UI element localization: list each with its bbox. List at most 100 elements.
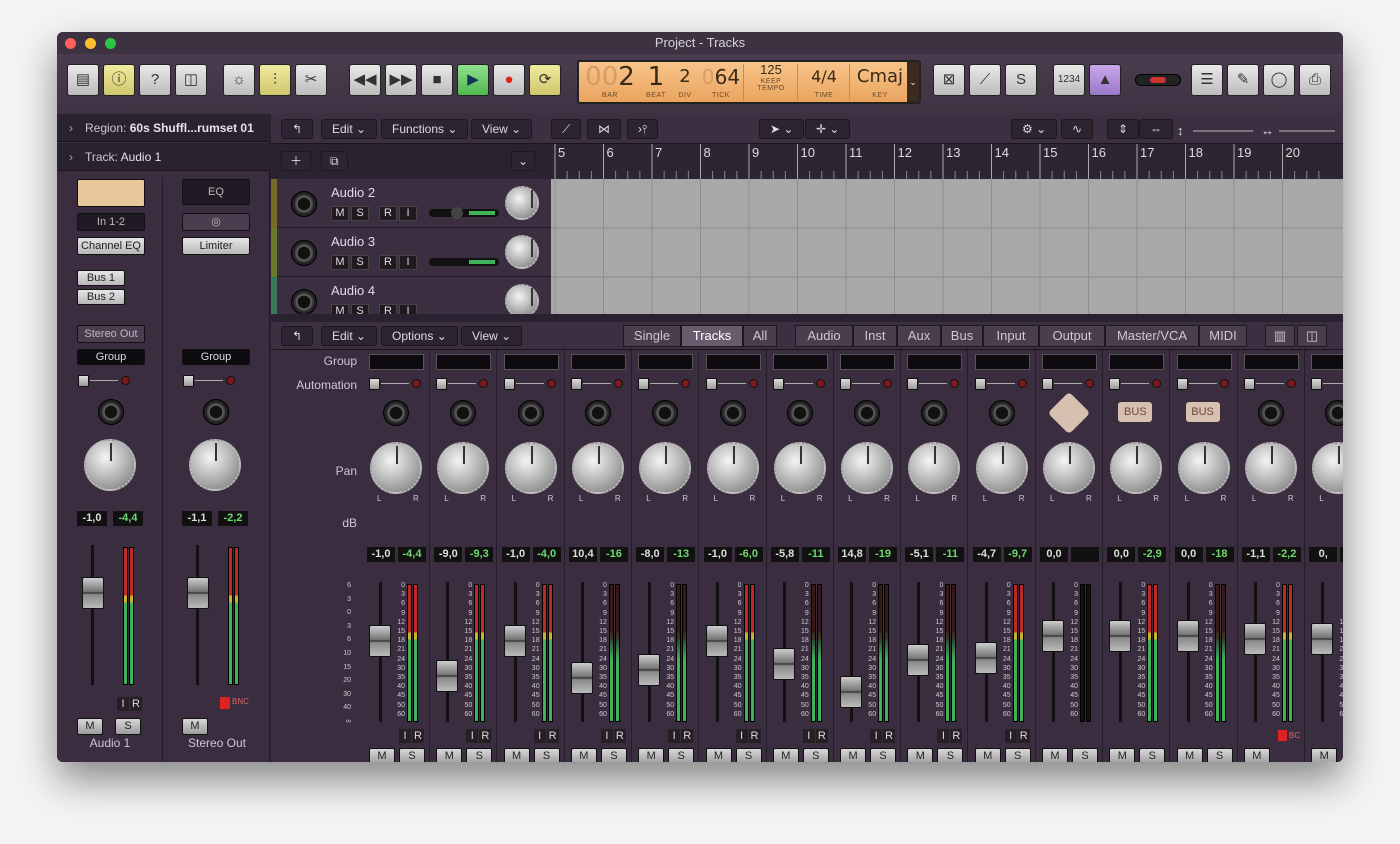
track-header[interactable]: › Track: Audio 1 xyxy=(57,143,270,171)
group-slot[interactable] xyxy=(974,354,1030,370)
record-enable-button[interactable]: R xyxy=(479,729,492,743)
duplicate-track-icon[interactable]: ⧉ xyxy=(321,151,348,171)
master-volume-slider[interactable] xyxy=(1135,74,1181,86)
lcd-menu-chevron-icon[interactable]: ⌄ xyxy=(907,62,919,102)
peak-value[interactable]: -4,4 xyxy=(398,547,426,562)
pan-knob[interactable] xyxy=(370,442,422,494)
input-monitor-button[interactable]: I xyxy=(937,729,950,743)
mute-button[interactable]: M xyxy=(503,748,530,762)
volume-value[interactable]: -1,1 xyxy=(182,511,212,526)
view-menu[interactable]: View ⌄ xyxy=(471,119,533,139)
back-icon[interactable]: ↰ xyxy=(281,326,314,346)
mute-button[interactable]: M xyxy=(331,206,349,221)
horizontal-fit-icon[interactable]: ⇔ xyxy=(1139,119,1173,139)
peak-value[interactable]: -2,2 xyxy=(1272,547,1301,562)
pan-knob[interactable] xyxy=(505,186,539,220)
volume-fader[interactable] xyxy=(187,577,209,609)
record-enable-button[interactable]: R xyxy=(1017,729,1030,743)
solo-button[interactable]: S xyxy=(1072,748,1098,762)
volume-fader[interactable] xyxy=(82,577,104,609)
automation-control[interactable] xyxy=(1311,378,1343,390)
group-slot[interactable] xyxy=(1109,354,1165,370)
solo-button[interactable]: S xyxy=(1206,748,1233,762)
pan-knob[interactable] xyxy=(841,442,894,494)
solo-button[interactable]: S xyxy=(937,748,964,762)
peak-value[interactable]: -9,3 xyxy=(465,547,494,562)
mode-tracks[interactable]: Tracks xyxy=(681,325,743,347)
peak-value[interactable]: -16 xyxy=(599,547,628,562)
peak-value[interactable]: -18 xyxy=(1205,547,1234,562)
send-slot[interactable]: Bus 2 xyxy=(77,289,125,305)
volume-slider[interactable] xyxy=(429,258,499,266)
automation-control[interactable] xyxy=(570,378,623,390)
editors-icon[interactable]: ✂ xyxy=(295,64,327,96)
mixer-options-menu[interactable]: Options ⌄ xyxy=(381,326,458,346)
functions-menu[interactable]: Functions ⌄ xyxy=(381,119,469,139)
volume-value[interactable]: -4,7 xyxy=(972,547,1001,562)
group-slot[interactable] xyxy=(570,354,626,370)
pan-knob[interactable] xyxy=(1043,442,1095,494)
mode-all[interactable]: All xyxy=(743,325,777,347)
filter-midi[interactable]: MIDI xyxy=(1199,325,1247,347)
automation-control[interactable] xyxy=(369,378,421,390)
mode-single[interactable]: Single xyxy=(623,325,681,347)
mute-button[interactable]: M xyxy=(1109,748,1136,762)
pointer-tool-icon[interactable]: ➤ ⌄ xyxy=(759,119,805,139)
peak-value[interactable]: -11 xyxy=(936,547,965,562)
volume-value[interactable]: 10,4 xyxy=(568,547,597,562)
peak-value[interactable] xyxy=(1071,547,1099,562)
mute-button[interactable]: M xyxy=(974,748,1001,762)
vertical-fit-icon[interactable]: ⇕ xyxy=(1107,119,1140,139)
catch-icon[interactable]: ›⫯ xyxy=(627,119,659,139)
pan-knob[interactable] xyxy=(505,235,539,269)
mute-button[interactable]: M xyxy=(840,748,867,762)
volume-fader[interactable] xyxy=(705,625,728,658)
record-icon[interactable]: ● xyxy=(493,64,525,96)
output-slot[interactable]: Stereo Out xyxy=(77,325,145,343)
tuner-icon[interactable]: ⟋ xyxy=(969,64,1001,96)
peak-value[interactable]: -13 xyxy=(667,547,696,562)
group-slot[interactable] xyxy=(369,354,424,370)
automation-control[interactable] xyxy=(1109,378,1162,390)
pan-knob[interactable] xyxy=(975,442,1028,494)
solo-button[interactable]: S xyxy=(351,304,369,314)
group-slot[interactable] xyxy=(840,354,896,370)
solo-icon[interactable]: S xyxy=(1005,64,1037,96)
solo-button[interactable]: S xyxy=(533,748,560,762)
peak-value[interactable]: -6,0 xyxy=(734,547,763,562)
solo-button[interactable]: S xyxy=(351,255,369,270)
pan-knob[interactable] xyxy=(1312,442,1343,494)
filter-inst[interactable]: Inst xyxy=(853,325,897,347)
stop-icon[interactable]: ■ xyxy=(421,64,453,96)
group-slot[interactable] xyxy=(638,354,694,370)
input-monitor-button[interactable]: I xyxy=(802,729,815,743)
filter-bus[interactable]: Bus xyxy=(941,325,983,347)
solo-button[interactable]: S xyxy=(600,748,627,762)
volume-fader[interactable] xyxy=(369,625,391,658)
record-enable-button[interactable]: R xyxy=(379,206,397,221)
mute-button[interactable]: M xyxy=(1176,748,1203,762)
group-slot[interactable] xyxy=(436,354,492,370)
back-icon[interactable]: ↰ xyxy=(281,119,314,139)
loop-browser-icon[interactable]: ◯ xyxy=(1263,64,1295,96)
eq-thumbnail[interactable] xyxy=(77,179,145,207)
settings-icon[interactable]: ⚙ ⌄ xyxy=(1011,119,1058,139)
mute-button[interactable]: M xyxy=(1243,748,1270,762)
mute-button[interactable]: M xyxy=(369,748,395,762)
mute-button[interactable]: M xyxy=(638,748,665,762)
input-monitor-button[interactable]: I xyxy=(399,255,417,270)
collapse-icon[interactable]: ⌄ xyxy=(511,151,536,171)
automation-control[interactable] xyxy=(78,375,130,387)
volume-value[interactable]: -1,0 xyxy=(367,547,395,562)
filter-input[interactable]: Input xyxy=(983,325,1039,347)
bounce-button[interactable] xyxy=(1277,730,1287,741)
vertical-zoom-slider[interactable] xyxy=(1193,130,1253,132)
automation-control[interactable] xyxy=(436,378,489,390)
rewind-icon[interactable]: ◀◀ xyxy=(349,64,381,96)
automation-control[interactable] xyxy=(705,378,758,390)
record-enable-button[interactable]: R xyxy=(130,697,142,711)
narrow-strips-icon[interactable]: ◫ xyxy=(1297,325,1327,347)
horizontal-zoom-slider[interactable] xyxy=(1279,130,1335,132)
pan-knob[interactable] xyxy=(908,442,961,494)
volume-value[interactable]: 0,0 xyxy=(1040,547,1068,562)
